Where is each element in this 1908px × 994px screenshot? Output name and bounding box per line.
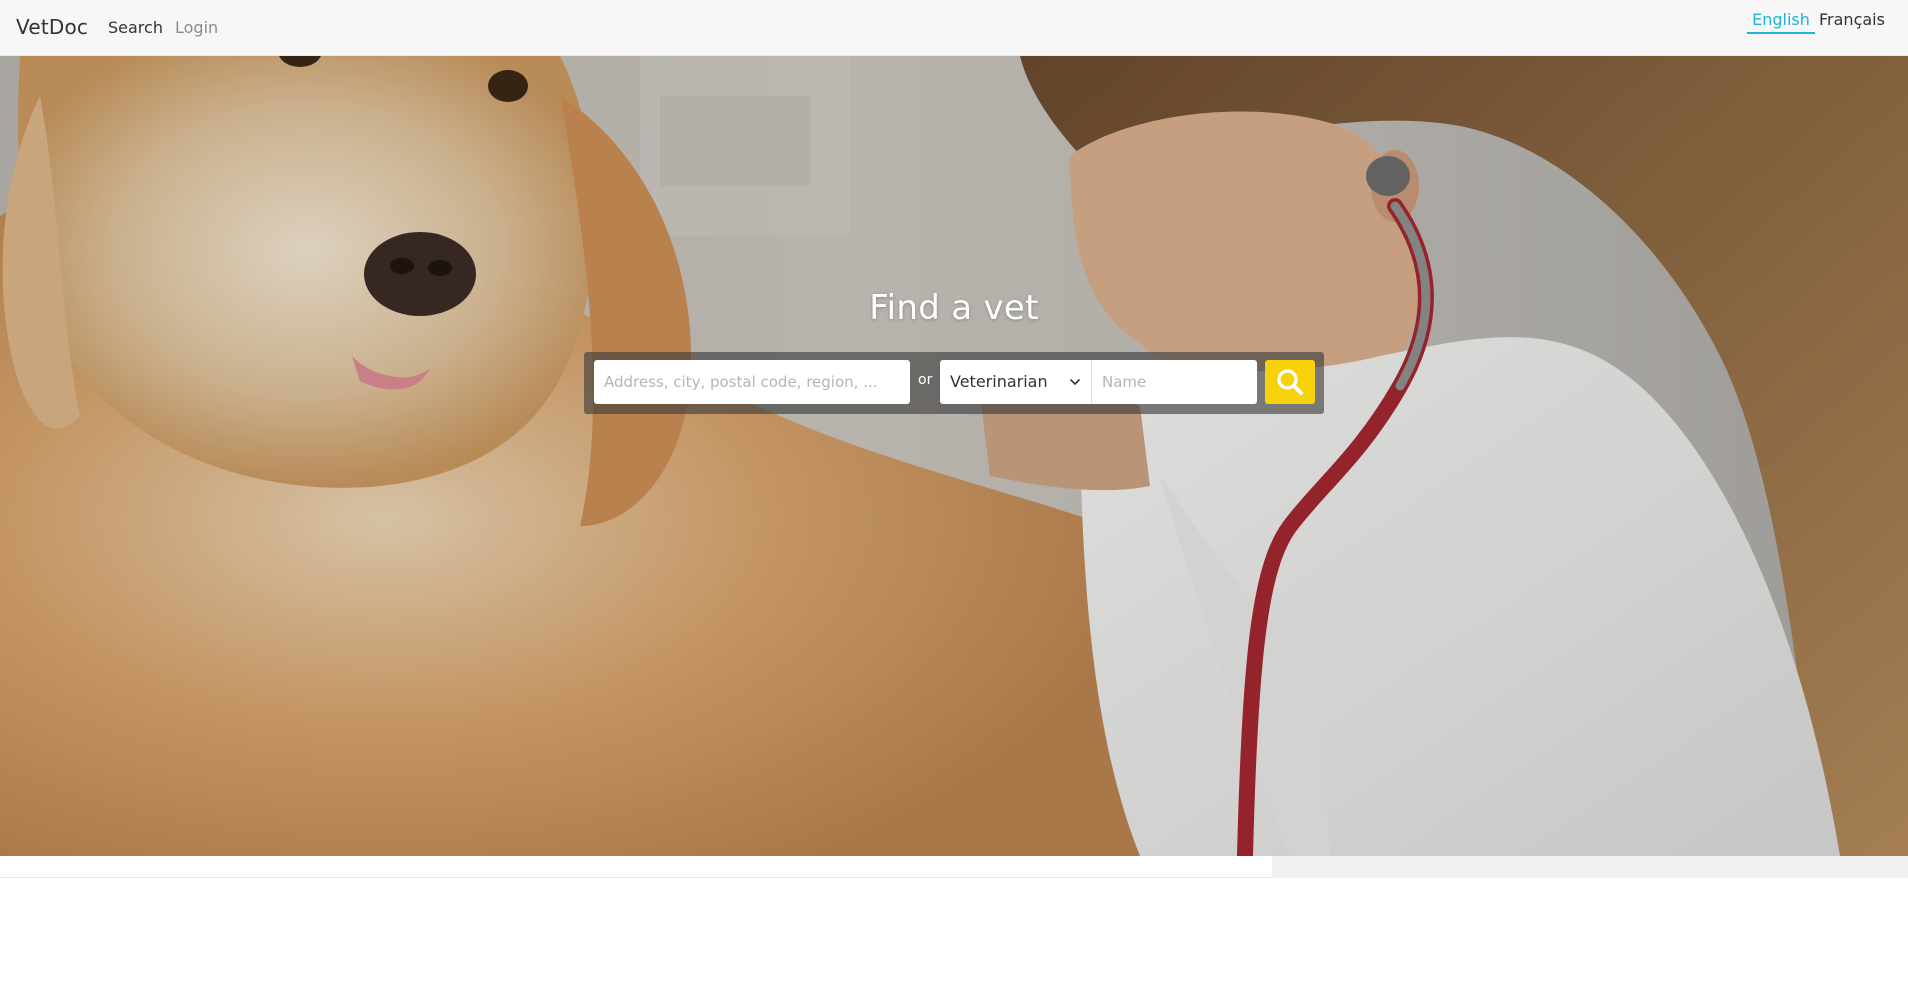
address-search-input[interactable] bbox=[594, 360, 910, 404]
top-navbar: VetDoc Search Login English Français bbox=[0, 0, 1908, 56]
or-label: or bbox=[918, 372, 933, 388]
search-button[interactable] bbox=[1265, 360, 1315, 404]
loading-strip bbox=[0, 856, 1908, 878]
name-search-input[interactable] bbox=[1092, 360, 1257, 404]
provider-type-selected-value: Veterinarian bbox=[950, 372, 1048, 391]
brand-logo[interactable]: VetDoc bbox=[16, 15, 88, 39]
search-form: or Veterinarian bbox=[584, 352, 1324, 414]
loading-strip-segment bbox=[1272, 856, 1908, 878]
chevron-down-icon bbox=[1070, 379, 1080, 385]
hero-section: Find a vet or Veterinarian bbox=[0, 56, 1908, 856]
hero-background-image bbox=[0, 56, 1908, 856]
provider-type-select[interactable]: Veterinarian bbox=[940, 360, 1092, 404]
language-french[interactable]: Français bbox=[1819, 10, 1885, 32]
language-english[interactable]: English bbox=[1747, 10, 1815, 34]
hero-title: Find a vet bbox=[869, 288, 1039, 328]
search-icon bbox=[1277, 369, 1303, 395]
nav-search-link[interactable]: Search bbox=[108, 18, 163, 37]
nav-login-link[interactable]: Login bbox=[175, 18, 218, 37]
